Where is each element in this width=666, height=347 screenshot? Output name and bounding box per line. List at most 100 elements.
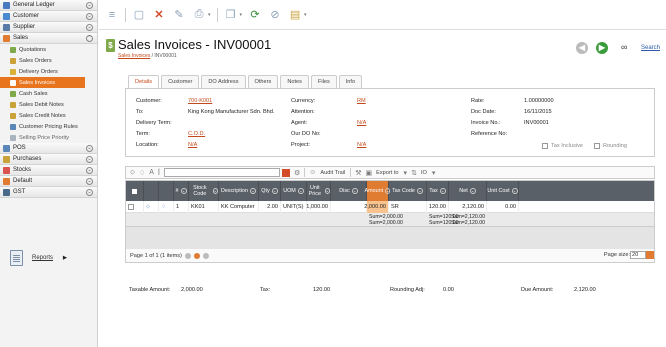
add-row-icon[interactable]: ⬦ bbox=[130, 169, 135, 177]
sidebar-group-pos[interactable]: POS ⌄ bbox=[0, 143, 97, 154]
menu-icon[interactable]: ≡ bbox=[105, 8, 119, 22]
tab-files[interactable]: Files bbox=[310, 75, 337, 88]
breadcrumb-link[interactable]: Sales Invoices bbox=[118, 53, 150, 59]
binoculars-icon[interactable]: ∞ bbox=[621, 42, 627, 52]
horizontal-scrollbar[interactable] bbox=[99, 342, 666, 347]
currency-link[interactable]: RM bbox=[357, 98, 366, 104]
sidebar-item-sales-debit-notes[interactable]: Sales Debit Notes bbox=[0, 99, 97, 110]
rounding-checkbox[interactable] bbox=[594, 143, 600, 149]
new-document-icon[interactable]: ▢ bbox=[132, 8, 146, 22]
edit-icon[interactable]: ✎ bbox=[172, 8, 186, 22]
term-link[interactable]: C.O.D. bbox=[188, 131, 205, 137]
sidebar-item-delivery-orders[interactable]: Delivery Orders bbox=[0, 66, 97, 77]
current-page-icon[interactable] bbox=[193, 252, 200, 259]
row-move-icon[interactable]: ⬦ bbox=[144, 201, 159, 213]
project-link[interactable]: N/A bbox=[357, 142, 366, 148]
chevron-down-icon[interactable]: ⌄ bbox=[86, 145, 93, 152]
column-header-amount[interactable]: Amount ⌄ bbox=[365, 181, 391, 201]
chevron-down-icon[interactable]: ▾ bbox=[208, 12, 211, 18]
column-header-net[interactable]: Net ⌄ bbox=[449, 181, 487, 201]
sidebar-group-gst[interactable]: GST ⌄ bbox=[0, 187, 97, 198]
tab-customer[interactable]: Customer bbox=[161, 75, 200, 88]
chevron-down-icon[interactable]: ▾ bbox=[404, 169, 408, 177]
column-header-unit-cost[interactable]: Unit Cost ⌄ bbox=[487, 181, 519, 201]
column-header-stock-code[interactable]: Stock Code ⌄ bbox=[189, 181, 219, 201]
tax-inclusive-checkbox[interactable] bbox=[542, 143, 548, 149]
item-search-input[interactable] bbox=[163, 168, 280, 177]
column-header-description[interactable]: Description ⌄ bbox=[219, 181, 259, 201]
column-header-unit-price[interactable]: Unit Price ⌄ bbox=[307, 181, 331, 201]
column-header-qty[interactable]: Qty ⌄ bbox=[259, 181, 281, 201]
sidebar-item-sales-orders[interactable]: Sales Orders bbox=[0, 55, 97, 66]
chevron-down-icon[interactable]: ⌄ bbox=[416, 188, 423, 194]
chevron-up-icon[interactable]: ⌃ bbox=[86, 35, 93, 42]
cancel-icon[interactable]: ⊘ bbox=[268, 8, 282, 22]
brush-icon[interactable]: ꟾ bbox=[158, 169, 160, 177]
chevron-down-icon[interactable]: ⌄ bbox=[86, 24, 93, 31]
chevron-down-icon[interactable]: ⌄ bbox=[351, 188, 358, 194]
sidebar-group-sales[interactable]: Sales ⌃ bbox=[0, 33, 97, 44]
grid-settings-icon[interactable]: ⚒ bbox=[355, 169, 361, 177]
column-header-tax-code[interactable]: Tax Code ⌄ bbox=[389, 181, 427, 201]
io-button[interactable]: IO bbox=[421, 170, 427, 176]
select-all-checkbox[interactable] bbox=[132, 188, 137, 194]
column-header-uom[interactable]: UOM ⌄ bbox=[281, 181, 307, 201]
settings-icon[interactable]: ⚙ bbox=[294, 169, 300, 177]
sidebar-group-default[interactable]: Default ⌄ bbox=[0, 176, 97, 187]
chevron-down-icon[interactable]: ⌄ bbox=[86, 2, 93, 9]
tab-notes[interactable]: Notes bbox=[280, 75, 309, 88]
customer-code-link[interactable]: 700-K001 bbox=[188, 98, 212, 104]
clipboard-icon[interactable]: ▤ bbox=[288, 8, 302, 22]
column-header-disc[interactable]: Disc ⌄ bbox=[331, 181, 367, 201]
row-insert-icon[interactable]: ♢ bbox=[159, 201, 174, 213]
sidebar-item-customer-pricing-rules[interactable]: Customer Pricing Rules bbox=[0, 121, 97, 132]
tab-do-address[interactable]: DO Address bbox=[201, 75, 246, 88]
agent-link[interactable]: N/A bbox=[357, 120, 366, 126]
row-checkbox[interactable] bbox=[128, 204, 134, 210]
sidebar-item-sales-credit-notes[interactable]: Sales Credit Notes bbox=[0, 110, 97, 121]
page-size-select[interactable]: 20 bbox=[630, 251, 654, 259]
search-link[interactable]: Search bbox=[641, 45, 660, 51]
chevron-down-icon[interactable]: ▾ bbox=[304, 12, 307, 18]
sidebar-item-selling-price-priority[interactable]: Selling Price Priority bbox=[0, 132, 97, 143]
chevron-down-icon[interactable]: ⌄ bbox=[212, 188, 218, 194]
lookup-button[interactable] bbox=[281, 168, 290, 177]
sidebar-group-supplier[interactable]: Supplier ⌄ bbox=[0, 22, 97, 33]
tab-details[interactable]: Details bbox=[128, 75, 160, 89]
export-button[interactable]: Export to bbox=[376, 170, 398, 176]
chevron-down-icon[interactable]: ⌄ bbox=[249, 188, 256, 194]
chevron-down-icon[interactable]: ⌄ bbox=[271, 188, 278, 194]
refresh-icon[interactable]: ⟳ bbox=[248, 8, 262, 22]
forward-icon[interactable]: ▶ bbox=[596, 42, 608, 54]
sidebar-group-general-ledger[interactable]: General Ledger ⌄ bbox=[0, 0, 97, 11]
audit-trail-button[interactable]: Audit Trail bbox=[320, 170, 345, 176]
chevron-down-icon[interactable]: ⌄ bbox=[86, 178, 93, 185]
reports-link[interactable]: Reports ▶ bbox=[10, 250, 67, 266]
insert-row-icon[interactable]: ♢ bbox=[139, 169, 145, 177]
sidebar-item-quotations[interactable]: Quotations bbox=[0, 44, 97, 55]
sidebar-group-customer[interactable]: Customer ⌄ bbox=[0, 11, 97, 22]
chevron-down-icon[interactable]: ⌄ bbox=[86, 156, 93, 163]
text-icon[interactable]: A bbox=[149, 169, 154, 176]
sidebar-item-cash-sales[interactable]: Cash Sales bbox=[0, 88, 97, 99]
print-icon[interactable]: ⎙ bbox=[192, 8, 206, 22]
tab-others[interactable]: Others bbox=[247, 75, 279, 88]
chevron-down-icon[interactable]: ⌄ bbox=[324, 188, 330, 194]
chevron-down-icon[interactable]: ▾ bbox=[432, 169, 436, 177]
location-link[interactable]: N/A bbox=[188, 142, 197, 148]
table-row[interactable]: ⬦ ♢ 1 KK01 KK Computer 2.00 UNIT(S) 1,000.00 2,0… bbox=[126, 201, 654, 213]
chevron-down-icon[interactable]: ⌄ bbox=[86, 189, 93, 196]
chevron-down-icon[interactable]: ⌄ bbox=[511, 188, 518, 194]
chevron-down-icon[interactable]: ⌄ bbox=[439, 188, 446, 194]
sidebar-group-purchases[interactable]: Purchases ⌄ bbox=[0, 154, 97, 165]
back-icon[interactable]: ◀ bbox=[576, 42, 588, 54]
sidebar-group-stocks[interactable]: Stocks ⌄ bbox=[0, 165, 97, 176]
chevron-down-icon[interactable]: ⌄ bbox=[180, 188, 187, 194]
column-header-[interactable]: # ⌄ bbox=[174, 181, 189, 201]
row-action[interactable] bbox=[126, 201, 144, 213]
chevron-down-icon[interactable]: ⌄ bbox=[86, 167, 93, 174]
next-page-icon[interactable] bbox=[202, 252, 209, 259]
chevron-down-icon[interactable]: ▾ bbox=[240, 12, 243, 18]
chevron-down-icon[interactable]: ⌄ bbox=[297, 188, 304, 194]
chevron-down-icon[interactable]: ⌄ bbox=[469, 188, 476, 194]
